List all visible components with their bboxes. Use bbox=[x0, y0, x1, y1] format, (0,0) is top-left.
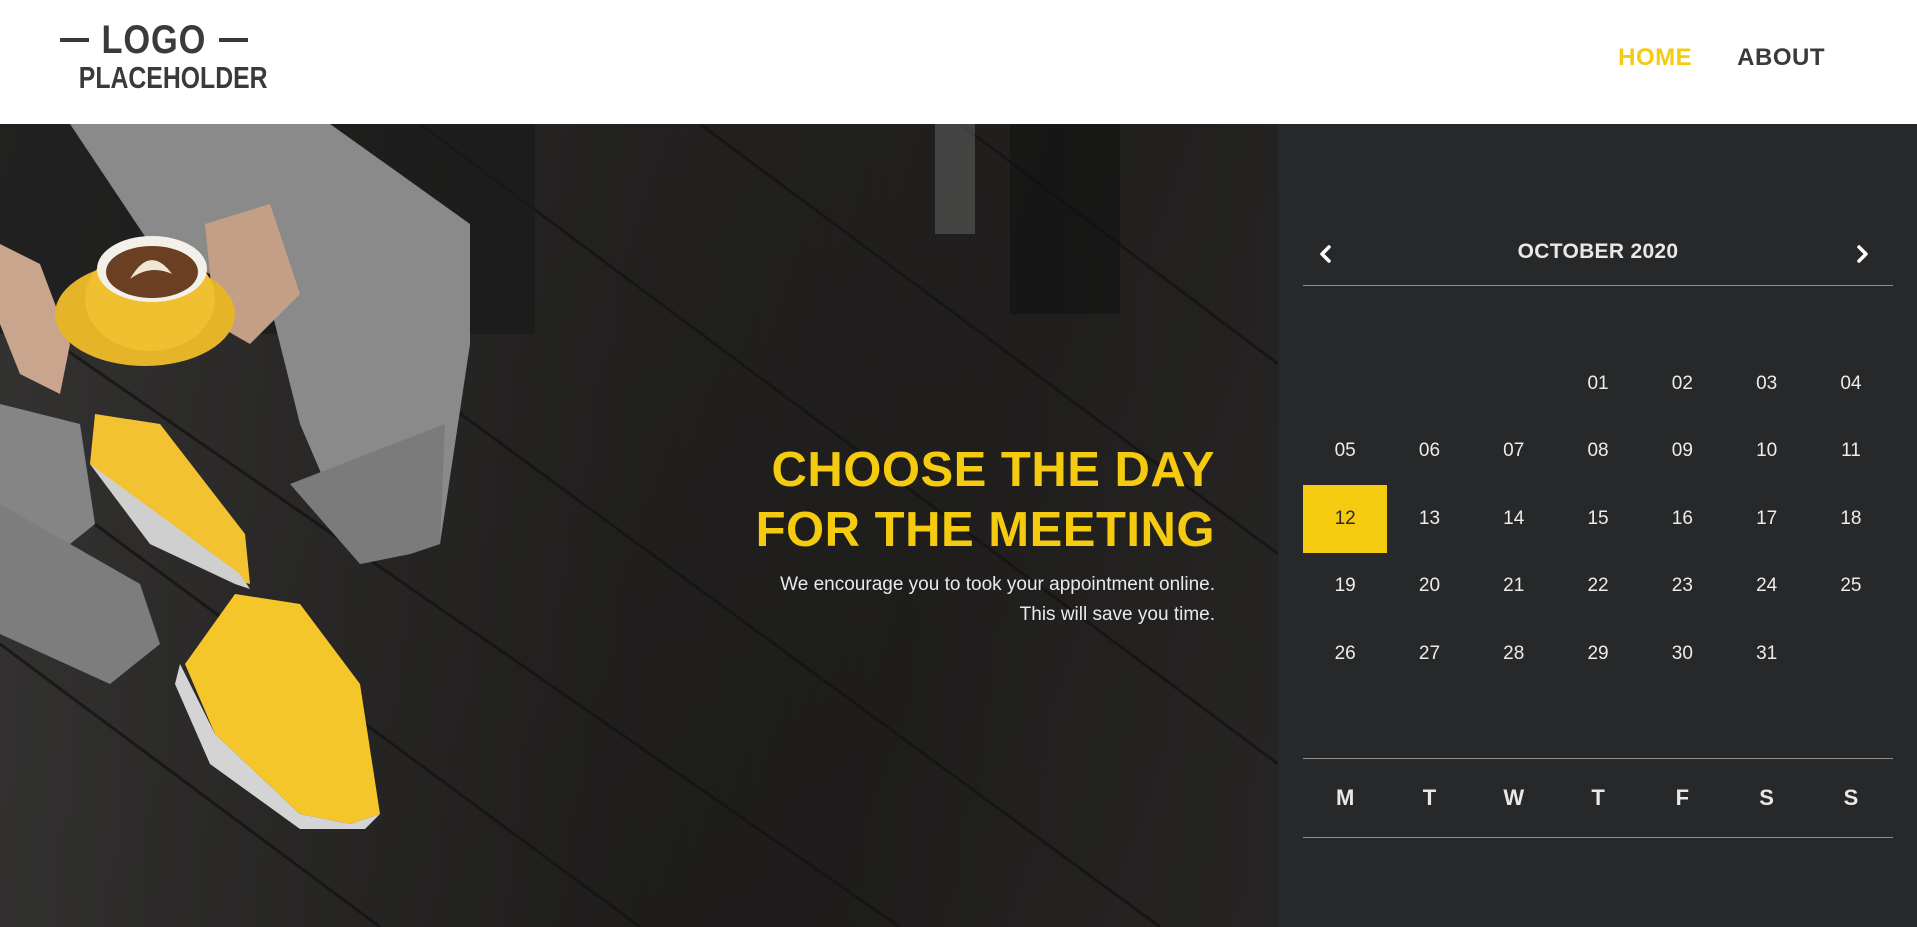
logo-top-row: LOGO bbox=[60, 20, 248, 60]
hero-title-line1: CHOOSE THE DAY bbox=[771, 443, 1215, 497]
calendar-day[interactable]: 22 bbox=[1556, 553, 1640, 621]
calendar-day[interactable]: 11 bbox=[1809, 418, 1893, 486]
hero-section: CHOOSE THE DAY FOR THE MEETING We encour… bbox=[0, 124, 1278, 927]
calendar-panel: OCTOBER 2020 01 02 03 04 05 06 07 08 09 10 11 12 13 1… bbox=[1278, 124, 1917, 927]
next-month-button[interactable] bbox=[1843, 234, 1883, 274]
calendar-empty-cell bbox=[1303, 350, 1387, 418]
chevron-right-icon bbox=[1857, 245, 1868, 263]
calendar-day[interactable]: 14 bbox=[1472, 485, 1556, 553]
logo-dash-right bbox=[218, 38, 248, 42]
calendar-header: OCTOBER 2020 bbox=[1303, 234, 1893, 286]
site-header: LOGO PLACEHOLDER HOME ABOUT bbox=[0, 0, 1917, 124]
hero-title: CHOOSE THE DAY FOR THE MEETING bbox=[756, 440, 1215, 560]
calendar-day[interactable]: 15 bbox=[1556, 485, 1640, 553]
nav-home-link[interactable]: HOME bbox=[1618, 44, 1692, 72]
calendar-day[interactable]: 20 bbox=[1387, 553, 1471, 621]
weekday-label: T bbox=[1591, 785, 1605, 810]
calendar-day[interactable]: 31 bbox=[1724, 620, 1808, 688]
hero-subtitle-line2: This will save you time. bbox=[1019, 604, 1215, 625]
calendar-day[interactable]: 29 bbox=[1556, 620, 1640, 688]
calendar-month-label: OCTOBER 2020 bbox=[1517, 240, 1679, 263]
logo-dash-left bbox=[60, 38, 90, 42]
calendar-day[interactable]: 18 bbox=[1809, 485, 1893, 553]
calendar-day[interactable]: 30 bbox=[1640, 620, 1724, 688]
calendar-day[interactable]: 13 bbox=[1387, 485, 1471, 553]
weekday-label: S bbox=[1759, 785, 1774, 810]
calendar-day[interactable]: 23 bbox=[1640, 553, 1724, 621]
calendar-day[interactable]: 09 bbox=[1640, 418, 1724, 486]
hero-title-line2: FOR THE MEETING bbox=[755, 503, 1215, 557]
calendar-day[interactable]: 03 bbox=[1724, 350, 1808, 418]
weekday-label: T bbox=[1422, 785, 1437, 810]
hero-subtitle: We encourage you to took your appointmen… bbox=[756, 570, 1215, 630]
calendar-day[interactable]: 02 bbox=[1640, 350, 1724, 418]
calendar-day[interactable]: 21 bbox=[1472, 553, 1556, 621]
calendar-days-grid: 01 02 03 04 05 06 07 08 09 10 11 12 13 14 15 16 17 18 19 20… bbox=[1303, 350, 1893, 688]
weekday-label: W bbox=[1503, 785, 1525, 810]
calendar-day[interactable]: 24 bbox=[1724, 553, 1808, 621]
weekday-label: S bbox=[1843, 785, 1859, 810]
calendar-day[interactable]: 26 bbox=[1303, 620, 1387, 688]
calendar-empty-cell bbox=[1472, 350, 1556, 418]
weekday-label: F bbox=[1675, 785, 1690, 810]
calendar-day[interactable]: 01 bbox=[1556, 350, 1640, 418]
calendar-day[interactable]: 07 bbox=[1472, 418, 1556, 486]
calendar-day[interactable]: 05 bbox=[1303, 418, 1387, 486]
calendar-day[interactable]: 06 bbox=[1387, 418, 1471, 486]
main-nav: HOME ABOUT bbox=[1618, 44, 1825, 72]
calendar-weekday-row: MTWTFSS bbox=[1303, 758, 1893, 838]
calendar-day[interactable]: 10 bbox=[1724, 418, 1808, 486]
logo-subword: PLACEHOLDER bbox=[78, 60, 268, 95]
calendar-day-selected[interactable]: 12 bbox=[1303, 485, 1388, 553]
logo[interactable]: LOGO PLACEHOLDER bbox=[60, 20, 268, 98]
weekday-label: M bbox=[1335, 785, 1355, 810]
hero-text: CHOOSE THE DAY FOR THE MEETING We encour… bbox=[756, 440, 1215, 630]
calendar-day[interactable]: 19 bbox=[1303, 553, 1387, 621]
calendar-day[interactable]: 04 bbox=[1809, 350, 1893, 418]
calendar-day[interactable]: 17 bbox=[1724, 485, 1808, 553]
logo-word: LOGO bbox=[101, 18, 207, 62]
hero-subtitle-line1: We encourage you to took your appointmen… bbox=[780, 574, 1215, 595]
calendar-day[interactable]: 25 bbox=[1809, 553, 1893, 621]
nav-about-link[interactable]: ABOUT bbox=[1737, 44, 1825, 72]
calendar-day[interactable]: 08 bbox=[1556, 418, 1640, 486]
calendar-day[interactable]: 16 bbox=[1640, 485, 1724, 553]
calendar-empty-cell bbox=[1387, 350, 1471, 418]
calendar-day[interactable]: 28 bbox=[1472, 620, 1556, 688]
calendar-day[interactable]: 27 bbox=[1387, 620, 1471, 688]
